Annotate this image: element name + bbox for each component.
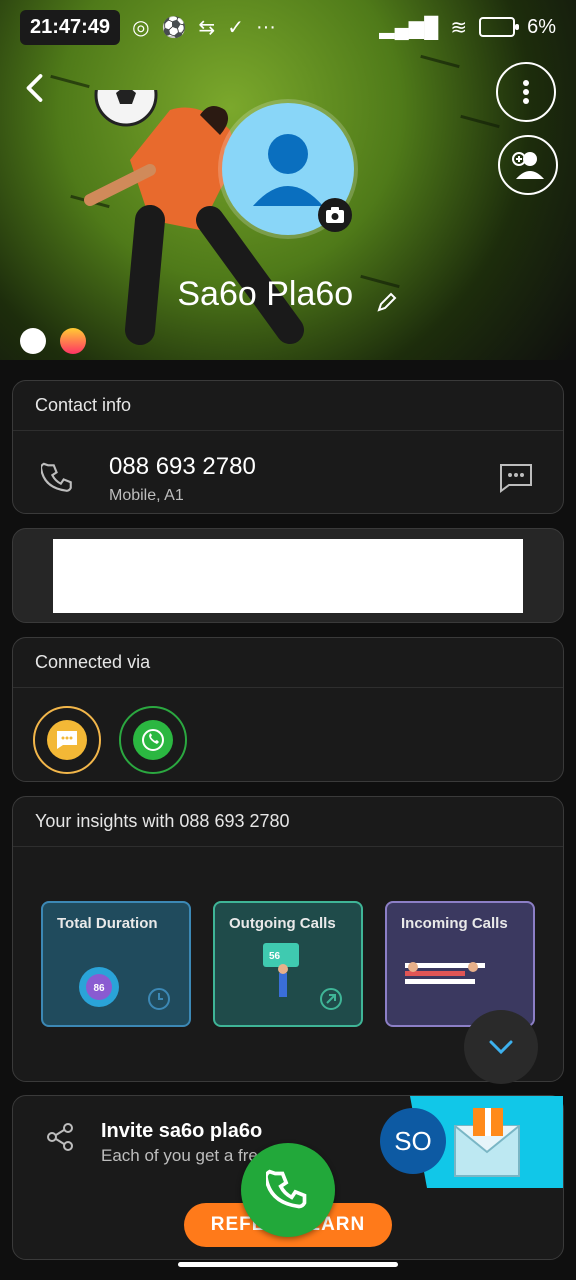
insight-tiles: Total Duration 86 Outgoing Calls 56 Inco… — [41, 901, 535, 1027]
chevron-down-icon — [489, 1040, 513, 1055]
person-add-icon — [512, 152, 544, 179]
insight-tile-incoming-calls[interactable]: Incoming Calls — [385, 901, 535, 1027]
edit-name-button[interactable] — [375, 284, 399, 312]
chevron-left-icon — [26, 74, 43, 102]
tile-label: Outgoing Calls — [229, 915, 336, 932]
outgoing-illustration: 56 — [263, 943, 342, 1010]
contact-initials-badge[interactable]: SO — [380, 1108, 446, 1174]
banner-decoration — [50, 74, 90, 89]
phone-call-icon — [266, 1169, 307, 1209]
connected-via-card: Connected via — [12, 637, 564, 782]
whatsapp-icon — [133, 720, 173, 760]
phone-row[interactable]: 088 693 2780 Mobile, A1 — [13, 431, 563, 521]
battery-icon — [479, 17, 520, 37]
banner-decoration — [420, 54, 460, 69]
sms-icon — [47, 720, 87, 760]
pencil-icon — [377, 292, 397, 312]
insights-title: Your insights with 088 693 2780 — [13, 797, 563, 847]
connected-via-title: Connected via — [13, 638, 563, 688]
status-time: 21:47:49 — [20, 9, 121, 45]
person-silhouette-icon — [253, 134, 323, 206]
phone-number: 088 693 2780 — [109, 453, 256, 480]
ad-placeholder[interactable] — [53, 539, 523, 613]
camera-icon — [326, 207, 344, 223]
tile-label: Total Duration — [57, 915, 158, 932]
status-right: ▂▄▆█ ≋ 6% — [379, 15, 556, 40]
message-icon[interactable] — [499, 463, 533, 493]
more-icon: ··· — [255, 15, 276, 38]
contact-name: Sa6o Pla6o — [177, 275, 354, 313]
scroll-down-button[interactable] — [464, 1010, 538, 1084]
invite-title: Invite sa6o pla6o — [101, 1120, 263, 1142]
change-photo-button[interactable] — [318, 198, 352, 232]
insight-tile-outgoing-calls[interactable]: Outgoing Calls 56 — [213, 901, 363, 1027]
phone-icon — [41, 462, 72, 492]
contact-info-card: Contact info 088 693 2780 Mobile, A1 — [12, 380, 564, 514]
duration-value: 86 — [93, 983, 105, 994]
status-left: 21:47:49 ◎ ⚽ ⇆ ✓ ··· — [20, 9, 276, 45]
theme-color-white[interactable] — [20, 328, 46, 354]
phone-type-label: Mobile, A1 — [109, 487, 184, 504]
whatsapp-app-button[interactable] — [119, 706, 187, 774]
ad-banner-card — [12, 528, 564, 623]
wifi-icon: ≋ — [450, 16, 468, 39]
more-options-button[interactable] — [496, 62, 556, 122]
insight-tile-total-duration[interactable]: Total Duration 86 — [41, 901, 191, 1027]
back-button[interactable] — [18, 70, 54, 106]
kebab-menu-icon — [523, 80, 529, 104]
call-button[interactable] — [241, 1143, 335, 1237]
share-icon — [47, 1123, 73, 1151]
tile-label: Incoming Calls — [401, 915, 508, 932]
contact-info-title: Contact info — [13, 381, 563, 431]
incoming-illustration — [405, 962, 485, 984]
duration-illustration: 86 — [79, 967, 170, 1010]
messages-app-button[interactable] — [33, 706, 101, 774]
connected-apps-row — [13, 688, 563, 788]
soccer-icon: ⚽ — [161, 16, 187, 39]
banner-decoration — [460, 114, 500, 129]
outgoing-value: 56 — [269, 951, 281, 962]
theme-color-gradient[interactable] — [60, 328, 86, 354]
home-indicator[interactable] — [178, 1262, 398, 1267]
sim-icon: ⇆ — [198, 16, 216, 39]
status-bar: 21:47:49 ◎ ⚽ ⇆ ✓ ··· ▂▄▆█ ≋ 6% — [0, 0, 576, 54]
whatsapp-icon: ◎ — [132, 16, 150, 39]
check-icon: ✓ — [227, 16, 244, 39]
invite-subtitle: Each of you get a fre — [101, 1146, 258, 1165]
signal-icon: ▂▄▆█ — [379, 16, 439, 39]
add-contact-button[interactable] — [498, 135, 558, 195]
theme-color-picker — [20, 328, 86, 354]
battery-percent: 6% — [527, 15, 556, 38]
contact-name-row: Sa6o Pla6o — [0, 275, 576, 314]
